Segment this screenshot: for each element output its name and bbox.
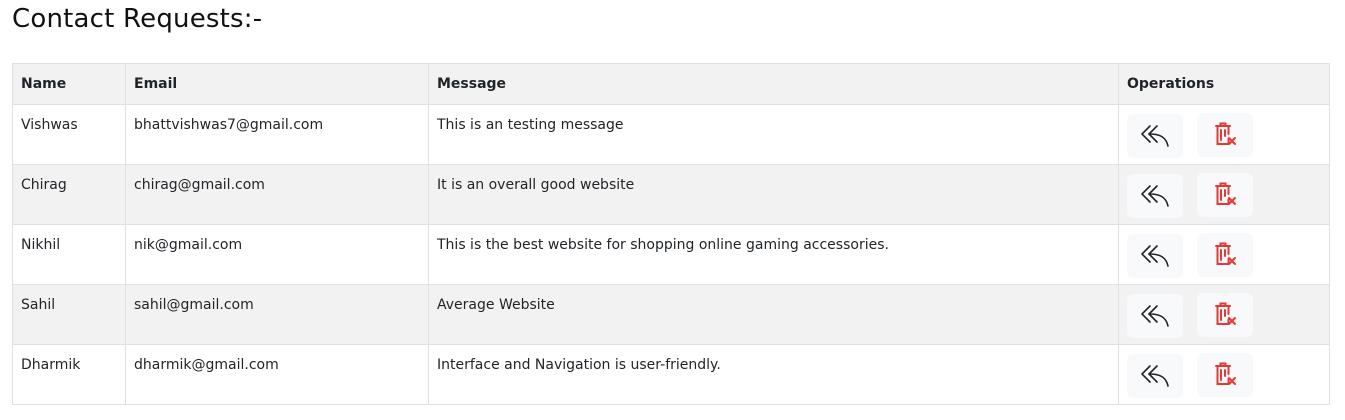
reply-button[interactable]: [1127, 354, 1183, 398]
cell-operations: [1118, 224, 1330, 285]
reply-icon: [1140, 123, 1170, 149]
contact-requests-table: Name Email Message Operations Vishwas bh…: [12, 63, 1330, 405]
cell-name: Chirag: [12, 164, 126, 225]
cell-operations: [1118, 164, 1330, 225]
column-header-message: Message: [428, 63, 1119, 105]
reply-button[interactable]: [1127, 294, 1183, 338]
cell-operations: [1118, 104, 1330, 165]
cell-email: nik@gmail.com: [125, 224, 429, 285]
reply-button[interactable]: [1127, 114, 1183, 158]
trash-x-icon: [1212, 181, 1238, 209]
column-header-name: Name: [12, 63, 126, 105]
delete-button[interactable]: [1197, 113, 1254, 157]
cell-email: dharmik@gmail.com: [125, 344, 429, 405]
table-row: Vishwas bhattvishwas7@gmail.com This is …: [12, 104, 1330, 165]
cell-message: Average Website: [428, 284, 1119, 345]
delete-button[interactable]: [1197, 293, 1254, 337]
table-row: Chirag chirag@gmail.com It is an overall…: [12, 164, 1330, 225]
column-header-email: Email: [125, 63, 429, 105]
cell-message: It is an overall good website: [428, 164, 1119, 225]
cell-message: This is the best website for shopping on…: [428, 224, 1119, 285]
delete-button[interactable]: [1197, 233, 1254, 277]
trash-x-icon: [1212, 361, 1238, 389]
cell-name: Nikhil: [12, 224, 126, 285]
reply-icon: [1140, 303, 1170, 329]
cell-operations: [1118, 344, 1330, 405]
cell-email: bhattvishwas7@gmail.com: [125, 104, 429, 165]
table-row: Sahil sahil@gmail.com Average Website: [12, 284, 1330, 345]
cell-name: Vishwas: [12, 104, 126, 165]
table-row: Dharmik dharmik@gmail.com Interface and …: [12, 344, 1330, 405]
page-title: Contact Requests:-: [12, 4, 263, 34]
reply-button[interactable]: [1127, 174, 1183, 218]
contact-requests-page: Contact Requests:- Name Email Message Op…: [0, 0, 1345, 420]
trash-x-icon: [1212, 301, 1238, 329]
column-header-operations: Operations: [1118, 63, 1330, 105]
trash-x-icon: [1212, 241, 1238, 269]
reply-button[interactable]: [1127, 234, 1183, 278]
table-header-row: Name Email Message Operations: [12, 63, 1330, 105]
cell-email: sahil@gmail.com: [125, 284, 429, 345]
reply-icon: [1140, 183, 1170, 209]
cell-name: Sahil: [12, 284, 126, 345]
cell-name: Dharmik: [12, 344, 126, 405]
reply-icon: [1140, 363, 1170, 389]
reply-icon: [1140, 243, 1170, 269]
table-row: Nikhil nik@gmail.com This is the best we…: [12, 224, 1330, 285]
cell-message: This is an testing message: [428, 104, 1119, 165]
table-body: Vishwas bhattvishwas7@gmail.com This is …: [12, 104, 1330, 405]
cell-message: Interface and Navigation is user-friendl…: [428, 344, 1119, 405]
cell-operations: [1118, 284, 1330, 345]
delete-button[interactable]: [1197, 353, 1254, 397]
trash-x-icon: [1212, 121, 1238, 149]
delete-button[interactable]: [1197, 173, 1254, 217]
cell-email: chirag@gmail.com: [125, 164, 429, 225]
